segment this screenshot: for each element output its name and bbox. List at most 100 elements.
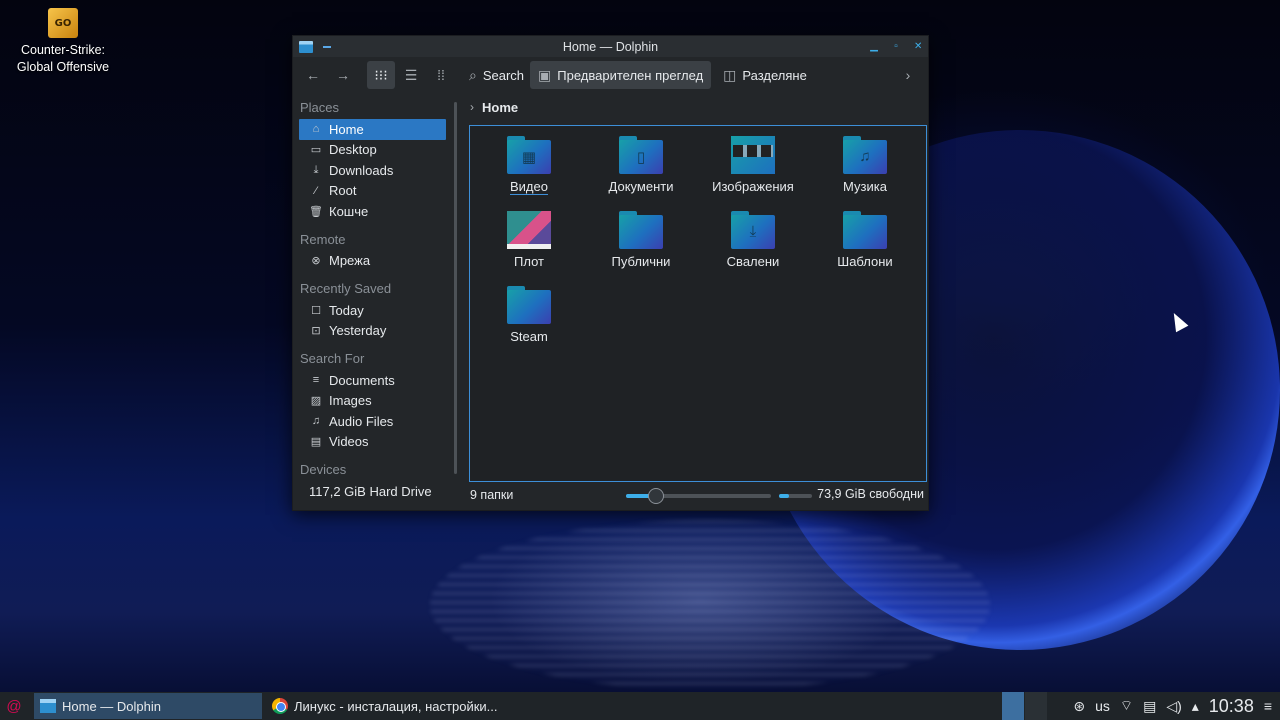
search-button[interactable]: ⌕ Search <box>465 61 528 89</box>
file-name: Плот <box>514 254 544 269</box>
sidebar-item-videos[interactable]: ▤ Videos <box>299 432 446 453</box>
virtual-desktop-pager[interactable] <box>1002 692 1048 720</box>
desktop-1[interactable] <box>1002 692 1025 720</box>
breadcrumb-home[interactable]: Home <box>482 100 518 115</box>
zoom-slider-handle[interactable] <box>648 488 664 504</box>
desktop-folder-icon <box>507 211 551 249</box>
forward-button[interactable]: → <box>329 61 357 89</box>
remote-section-title: Remote <box>300 231 346 247</box>
menu-icon[interactable]: ≡ <box>1264 698 1272 714</box>
file-name: Видео <box>510 179 548 195</box>
tray-expand-icon[interactable]: ▴ <box>1192 698 1199 715</box>
file-name: Свалени <box>726 254 780 269</box>
video-folder-icon: ▦ <box>507 136 551 174</box>
desktop-icon-csgo[interactable]: GO Counter-Strike: Global Offensive <box>8 8 118 76</box>
dolphin-app-icon <box>40 699 56 713</box>
sidebar-item-today[interactable]: ☐ Today <box>299 300 446 321</box>
sidebar-item-desktop[interactable]: ▭ Desktop <box>299 140 446 161</box>
file-name: Публични <box>611 254 671 269</box>
sidebar-item-audio[interactable]: ♫ Audio Files <box>299 411 446 432</box>
sidebar-item-trash[interactable]: 🗑 Кошче <box>299 201 446 222</box>
clipboard-icon[interactable]: ▤ <box>1143 698 1156 715</box>
application-launcher[interactable]: @ <box>0 692 28 720</box>
trash-icon: 🗑 <box>309 205 323 218</box>
file-name: Документи <box>608 179 674 194</box>
file-name: Шаблони <box>837 254 893 269</box>
back-button[interactable]: ← <box>299 61 327 89</box>
root-icon: ⁄ <box>315 184 317 197</box>
sidebar-item-label: 117,2 GiB Hard Drive <box>309 483 432 499</box>
pictures-folder-icon <box>731 136 775 174</box>
steam-icon[interactable]: ⊛ <box>1073 698 1085 715</box>
grid-icon: ⁝⁝⁝ <box>374 66 388 83</box>
sidebar-item-label: Root <box>329 183 357 199</box>
minimize-icon[interactable]: ▁ <box>870 41 878 52</box>
clock[interactable]: 10:38 <box>1209 696 1254 717</box>
film-icon: ▤ <box>310 436 322 449</box>
search-section-title: Search For <box>300 351 365 366</box>
file-item[interactable]: ⤓ Свалени <box>697 211 809 286</box>
sidebar-item-network[interactable]: ⊗ Мрежа <box>299 251 446 272</box>
file-item[interactable]: ▯ Документи <box>585 136 697 211</box>
task-chrome[interactable]: Линукс - инсталация, настройки... <box>266 693 506 719</box>
wifi-icon[interactable]: ⌔ <box>1120 697 1133 715</box>
sidebar-item-downloads[interactable]: ⤓ Downloads <box>299 160 446 181</box>
image-icon: ▣ <box>538 66 552 83</box>
preview-button[interactable]: ▣ Предварителен преглед <box>530 61 712 89</box>
keyboard-layout[interactable]: us <box>1095 698 1110 714</box>
file-item[interactable]: Изображения <box>697 136 809 211</box>
task-dolphin[interactable]: Home — Dolphin <box>34 693 262 719</box>
sidebar-item-documents[interactable]: ≡ Documents <box>299 370 446 391</box>
breadcrumb: › Home <box>468 93 928 121</box>
file-item[interactable]: Steam <box>473 286 585 361</box>
file-item[interactable]: Плот <box>473 211 585 286</box>
sidebar-item-label: Desktop <box>329 142 377 158</box>
details-view-button[interactable]: ☰ <box>397 61 425 89</box>
debian-icon: @ <box>6 697 22 715</box>
sidebar-item-label: Images <box>329 393 372 409</box>
split-button[interactable]: ◫ Разделяне <box>719 61 811 89</box>
status-bar: 9 папки 73,9 GiB свободни <box>468 485 928 505</box>
sidebar-item-hard-drive[interactable]: 117,2 GiB Hard Drive <box>299 481 446 502</box>
desktop-icon-label-line2: Global Offensive <box>16 60 110 74</box>
chevron-right-icon[interactable]: › <box>470 100 474 114</box>
folder-icon <box>507 286 551 324</box>
volume-icon[interactable]: ◁) <box>1166 698 1181 715</box>
chrome-icon <box>272 698 288 714</box>
icons-view-button[interactable]: ⁝⁝⁝ <box>367 61 395 89</box>
desktop-2[interactable] <box>1025 692 1048 720</box>
window-titlebar[interactable]: Home — Dolphin ▁ ▫ ✕ <box>293 36 928 57</box>
arrow-right-icon: → <box>336 67 350 83</box>
sidebar-item-yesterday[interactable]: ⊡ Yesterday <box>299 321 446 342</box>
file-name: Steam <box>510 329 548 344</box>
sidebar-item-home[interactable]: ⌂ Home <box>299 119 446 140</box>
sidebar-item-label: Videos <box>329 434 369 450</box>
arrow-left-icon: ← <box>306 67 320 83</box>
more-toolbar-button[interactable]: › <box>894 61 922 89</box>
file-name: Изображения <box>712 179 794 194</box>
network-icon: ⊗ <box>311 255 321 268</box>
file-item[interactable]: Шаблони <box>809 211 921 286</box>
compact-view-button[interactable]: ⁞⁞ <box>427 61 455 89</box>
sidebar-item-root[interactable]: ⁄ Root <box>299 181 446 202</box>
music-icon: ♫ <box>311 415 321 428</box>
maximize-icon[interactable]: ▫ <box>892 41 900 52</box>
sidebar-item-label: Yesterday <box>329 323 387 339</box>
downloads-folder-icon: ⤓ <box>731 211 775 249</box>
sidebar-item-label: Home <box>329 121 364 137</box>
toolbar: ← → ⁝⁝⁝ ☰ ⁞⁞ ⌕ Search ▣ Предварителен пр… <box>293 57 928 93</box>
zoom-slider[interactable] <box>626 488 771 504</box>
file-item[interactable]: ♫ Музика <box>809 136 921 211</box>
task-label: Линукс - инсталация, настройки... <box>294 698 498 714</box>
sidebar-item-images[interactable]: ▨ Images <box>299 391 446 412</box>
devices-section-title: Devices <box>300 462 347 477</box>
close-icon[interactable]: ✕ <box>914 41 922 52</box>
free-space: 73,9 GiB свободни <box>817 487 924 501</box>
file-item[interactable]: ▦ Видео <box>473 136 585 211</box>
calendar-icon: ⊡ <box>311 325 321 338</box>
preview-button-label: Предварителен преглед <box>557 67 704 83</box>
file-item[interactable]: Публични <box>585 211 697 286</box>
sidebar-scrollbar[interactable] <box>454 102 457 474</box>
split-view-icon: ◫ <box>723 66 737 83</box>
icon-view[interactable]: ▦ Видео ▯ Документи Изображения ♫ Музика <box>469 125 927 482</box>
